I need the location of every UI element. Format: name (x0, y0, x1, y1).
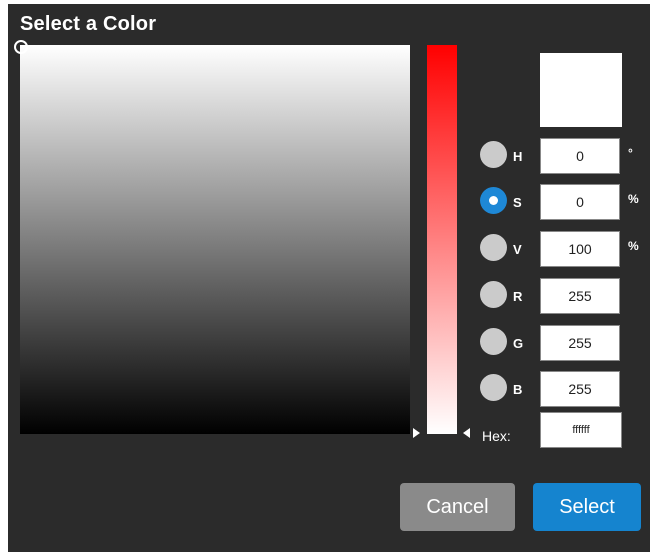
b-input[interactable]: 255 (540, 371, 620, 407)
channel-label-b: B (513, 382, 523, 397)
channel-slider-strip[interactable] (427, 45, 457, 434)
radio-r[interactable] (480, 281, 507, 308)
color-preview-swatch (540, 53, 622, 127)
channel-label-v: V (513, 242, 522, 257)
hex-input[interactable]: ffffff (540, 412, 622, 448)
radio-v[interactable] (480, 234, 507, 261)
channel-label-s: S (513, 195, 522, 210)
s-input[interactable]: 0 (540, 184, 620, 220)
radio-b[interactable] (480, 374, 507, 401)
saturation-value-field[interactable] (20, 45, 410, 434)
slider-left-arrow-icon[interactable] (413, 428, 420, 438)
v-input[interactable]: 100 (540, 231, 620, 267)
g-input[interactable]: 255 (540, 325, 620, 361)
channel-label-h: H (513, 149, 523, 164)
dialog-title: Select a Color (20, 13, 157, 35)
radio-g[interactable] (480, 328, 507, 355)
channel-label-g: G (513, 336, 524, 351)
unit-percent-s: % (628, 192, 639, 206)
channel-row-g: G 255 (480, 325, 650, 361)
channel-row-r: R 255 (480, 278, 650, 314)
hex-label: Hex: (482, 428, 511, 444)
unit-percent-v: % (628, 239, 639, 253)
unit-degree: ° (628, 146, 633, 160)
channel-row-s: S 0 % (480, 184, 650, 220)
radio-s[interactable] (480, 187, 507, 214)
color-picker-dialog: Select a Color H 0 ° S 0 % V 100 % R 255… (8, 4, 650, 552)
radio-h[interactable] (480, 141, 507, 168)
channel-row-b: B 255 (480, 371, 650, 407)
channel-label-r: R (513, 289, 523, 304)
r-input[interactable]: 255 (540, 278, 620, 314)
channel-row-h: H 0 ° (480, 138, 650, 174)
select-button[interactable]: Select (533, 483, 641, 531)
slider-right-arrow-icon[interactable] (463, 428, 470, 438)
h-input[interactable]: 0 (540, 138, 620, 174)
cancel-button[interactable]: Cancel (400, 483, 515, 531)
channel-row-v: V 100 % (480, 231, 650, 267)
sv-handle[interactable] (14, 40, 28, 54)
